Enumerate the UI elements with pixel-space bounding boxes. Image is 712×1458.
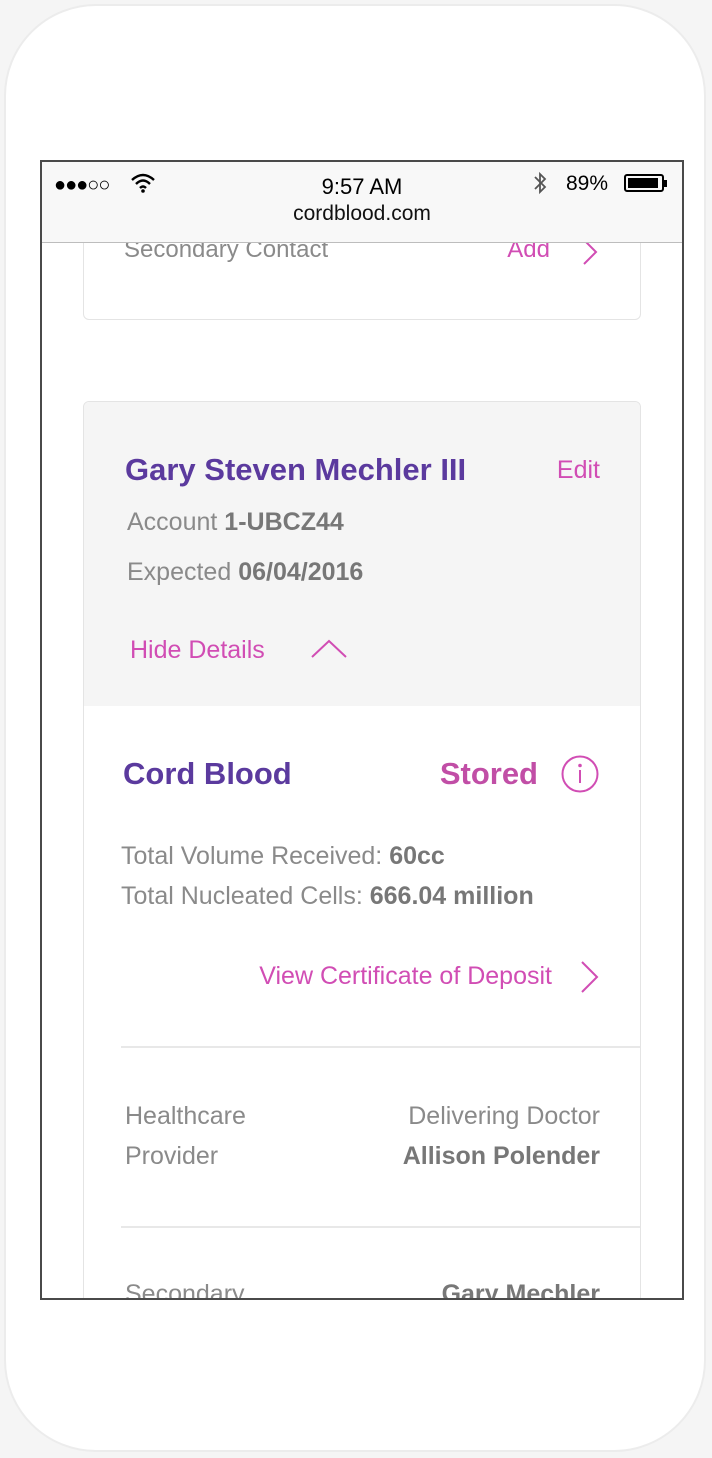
battery-percent: 89% (566, 172, 609, 195)
provider-label: Healthcare (125, 1102, 246, 1130)
bluetooth-icon (532, 170, 548, 201)
page-content: Secondary Contact Add Gary Steven Mechle… (42, 243, 682, 1298)
hide-details-toggle[interactable]: Hide Details (130, 636, 265, 665)
account-holder-name: Gary Steven Mechler III (125, 452, 467, 487)
expected-date: Expected 06/04/2016 (127, 558, 364, 586)
chevron-right-icon[interactable] (580, 243, 600, 271)
chevron-up-icon[interactable] (310, 638, 348, 665)
cord-blood-title: Cord Blood (123, 756, 292, 791)
total-volume-received: Total Volume Received: 60cc (121, 842, 445, 870)
account-card-header: Gary Steven Mechler III Edit Account 1-U… (84, 402, 640, 706)
total-nucleated-cells: Total Nucleated Cells: 666.04 million (121, 882, 534, 910)
chevron-right-icon[interactable] (578, 960, 600, 999)
add-secondary-contact-link[interactable]: Add (507, 243, 550, 264)
battery-icon (624, 174, 667, 192)
secondary-contact-label: Secondary Contact (124, 243, 329, 263)
secondary-name: Gary Mechler (441, 1280, 600, 1298)
provider-role: Delivering Doctor (408, 1102, 600, 1130)
screen: ●●●○○ 9:57 AM 89% cordblood.com Secondar… (40, 160, 684, 1300)
address-bar-url[interactable]: cordblood.com (42, 202, 682, 226)
info-icon[interactable] (560, 754, 600, 799)
account-number: Account 1-UBCZ44 (127, 508, 344, 536)
secondary-label: Secondary (125, 1280, 245, 1298)
edit-link[interactable]: Edit (557, 456, 600, 485)
account-card: Gary Steven Mechler III Edit Account 1-U… (83, 401, 641, 1298)
status-bar: ●●●○○ 9:57 AM 89% cordblood.com (42, 162, 682, 243)
secondary-contact-card: Secondary Contact Add (83, 243, 641, 320)
view-certificate-link[interactable]: View Certificate of Deposit (259, 962, 552, 991)
status-badge: Stored (439, 756, 538, 791)
provider-name: Allison Polender (402, 1142, 600, 1170)
provider-label-line2: Provider (125, 1142, 219, 1170)
divider (121, 1226, 640, 1228)
divider (121, 1046, 640, 1048)
phone-frame: ●●●○○ 9:57 AM 89% cordblood.com Secondar… (4, 4, 706, 1452)
